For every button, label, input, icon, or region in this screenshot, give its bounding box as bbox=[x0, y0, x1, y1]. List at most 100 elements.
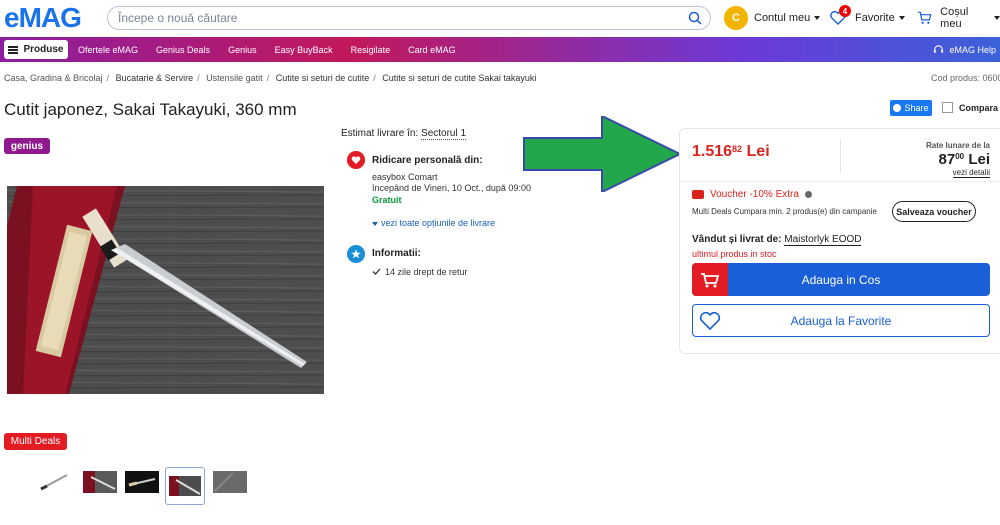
breadcrumb-item[interactable]: Cutite si seturi de cutite bbox=[276, 73, 370, 83]
price-currency: Lei bbox=[746, 143, 770, 160]
voucher-tag-icon bbox=[692, 190, 704, 199]
add-to-cart-button[interactable]: Adauga in Cos bbox=[692, 263, 990, 296]
installment-main: 87 bbox=[938, 151, 956, 168]
emag-logo[interactable]: eMAG bbox=[4, 3, 96, 33]
favorites-count-badge: 4 bbox=[839, 5, 851, 17]
products-label: Produse bbox=[23, 44, 64, 55]
cart-label[interactable]: Coșul meu bbox=[940, 6, 990, 30]
cart-icon bbox=[917, 11, 932, 24]
share-button[interactable]: Share bbox=[890, 100, 932, 116]
thumbnail[interactable] bbox=[125, 471, 159, 493]
chevron-down-icon bbox=[898, 16, 905, 20]
sold-by: Vândut și livrat de: Maistorlyk EOOD bbox=[692, 234, 862, 246]
chevron-down-icon bbox=[372, 221, 378, 226]
info-title: Informatii: bbox=[372, 248, 421, 259]
installment-decimals: 00 bbox=[955, 152, 965, 161]
top-header: eMAG C Contul meu 4 Favorite Coșul meu bbox=[0, 0, 1000, 36]
price-decimals: 82 bbox=[732, 144, 743, 154]
genius-badge: genius bbox=[4, 138, 50, 154]
voucher-row: Voucher -10% Extra bbox=[692, 189, 812, 200]
compare-toggle[interactable]: Compara bbox=[942, 102, 998, 113]
knife-illustration bbox=[7, 186, 324, 394]
favorites-label[interactable]: Favorite bbox=[855, 12, 895, 24]
star-info-icon bbox=[347, 245, 365, 263]
buy-box: 1.51682 Lei Rate lunare de la 8700 Lei v… bbox=[679, 128, 1000, 354]
breadcrumb-item[interactable]: Casa, Gradina & Bricolaj bbox=[4, 73, 103, 83]
estimate-location-link[interactable]: Sectorul 1 bbox=[421, 128, 467, 140]
nav-link-card-emag[interactable]: Card eMAG bbox=[408, 45, 456, 55]
search-bar[interactable] bbox=[107, 6, 711, 30]
pickup-title: Ridicare personală din: bbox=[372, 155, 483, 166]
product-price: 1.51682 Lei bbox=[692, 143, 770, 161]
breadcrumb-item[interactable]: Cutite si seturi de cutite Sakai takayuk… bbox=[382, 73, 536, 83]
all-delivery-options-link[interactable]: vezi toate opțiunile de livrare bbox=[372, 218, 495, 228]
pickup-place: easybox Comart bbox=[372, 172, 438, 182]
multi-deals-badge: Multi Deals bbox=[4, 433, 67, 450]
nav-links: Ofertele eMAG Genius Deals Genius Easy B… bbox=[78, 37, 474, 62]
stock-status: ultimul produs in stoc bbox=[692, 249, 777, 259]
breadcrumb-item[interactable]: Bucatarie & Servire bbox=[116, 73, 194, 83]
headset-icon bbox=[934, 45, 944, 53]
nav-link-ofertele[interactable]: Ofertele eMAG bbox=[78, 45, 138, 55]
favorites-menu[interactable]: 4 Favorite bbox=[829, 5, 905, 30]
all-options-label: vezi toate opțiunile de livrare bbox=[381, 218, 496, 228]
help-link[interactable]: eMAG Help bbox=[933, 37, 996, 62]
chevron-down-icon bbox=[994, 16, 1000, 20]
thumbnail[interactable] bbox=[213, 471, 247, 493]
cart-icon bbox=[692, 263, 728, 296]
pickup-heart-icon bbox=[347, 151, 365, 169]
return-policy-text: 14 zile drept de retur bbox=[385, 267, 468, 277]
nav-link-resigilate[interactable]: Resigilate bbox=[351, 45, 391, 55]
help-label: eMAG Help bbox=[949, 44, 996, 55]
compare-checkbox[interactable] bbox=[942, 102, 953, 113]
nav-link-easy-buyback[interactable]: Easy BuyBack bbox=[275, 45, 333, 55]
installment-price: 8700 Lei bbox=[939, 151, 990, 168]
product-code: Cod produs: 0600 bbox=[931, 73, 1000, 83]
search-input[interactable] bbox=[118, 9, 678, 27]
thumbnail[interactable] bbox=[83, 471, 117, 493]
facebook-icon bbox=[893, 104, 902, 112]
price-divider bbox=[840, 139, 841, 173]
estimate-prefix: Estimat livrare în: bbox=[341, 128, 419, 139]
installment-details-link[interactable]: vezi detalii bbox=[952, 168, 990, 178]
sold-by-label: Vândut și livrat de: bbox=[692, 234, 782, 245]
annotation-arrow bbox=[523, 116, 682, 192]
price-main: 1.516 bbox=[692, 143, 733, 160]
save-voucher-button[interactable]: Salveaza voucher bbox=[892, 201, 976, 222]
nav-link-genius[interactable]: Genius bbox=[228, 45, 257, 55]
account-menu[interactable]: C Contul meu bbox=[724, 6, 821, 30]
return-policy: 14 zile drept de retur bbox=[372, 267, 468, 277]
breadcrumb: Casa, Gradina & Bricolaj / Bucatarie & Se… bbox=[4, 73, 537, 83]
installment-currency: Lei bbox=[968, 151, 990, 168]
thumbnail[interactable] bbox=[37, 471, 71, 493]
multi-deals-text: Multi Deals Cumpara min. 2 produs(e) din… bbox=[692, 207, 877, 216]
category-nav: Produse Ofertele eMAG Genius Deals Geniu… bbox=[0, 37, 1000, 62]
divider bbox=[680, 181, 1000, 182]
products-menu-button[interactable]: Produse bbox=[4, 40, 68, 59]
share-label: Share bbox=[904, 103, 929, 113]
cart-menu[interactable]: Coșul meu bbox=[917, 6, 1000, 30]
installments-label: Rate lunare de la bbox=[925, 141, 990, 150]
heart-icon bbox=[699, 311, 721, 331]
check-icon bbox=[372, 268, 381, 275]
pickup-time: începând de Vineri, 10 Oct., după 09:00 bbox=[372, 183, 531, 193]
add-to-favorites-label: Adauga la Favorite bbox=[790, 313, 892, 328]
add-to-cart-label: Adauga in Cos bbox=[801, 272, 881, 287]
voucher-label: Voucher -10% Extra bbox=[710, 189, 799, 200]
hamburger-icon bbox=[8, 45, 19, 54]
product-main-image[interactable] bbox=[7, 186, 324, 394]
chevron-down-icon bbox=[814, 16, 821, 20]
logo-text: eMAG bbox=[4, 2, 82, 33]
account-label[interactable]: Contul meu bbox=[754, 12, 810, 24]
pickup-price: Gratuit bbox=[372, 195, 402, 205]
breadcrumb-item[interactable]: Ustensile gatit bbox=[206, 73, 263, 83]
search-icon[interactable] bbox=[688, 11, 702, 25]
nav-link-genius-deals[interactable]: Genius Deals bbox=[156, 45, 210, 55]
add-to-favorites-button[interactable]: Adauga la Favorite bbox=[692, 304, 990, 337]
page-title: Cutit japonez, Sakai Takayuki, 360 mm bbox=[4, 100, 297, 119]
thumbnail-selected[interactable] bbox=[165, 467, 205, 505]
avatar[interactable]: C bbox=[724, 6, 748, 30]
info-icon[interactable] bbox=[804, 191, 812, 198]
compare-label: Compara bbox=[959, 102, 999, 113]
seller-link[interactable]: Maistorlyk EOOD bbox=[784, 234, 862, 246]
